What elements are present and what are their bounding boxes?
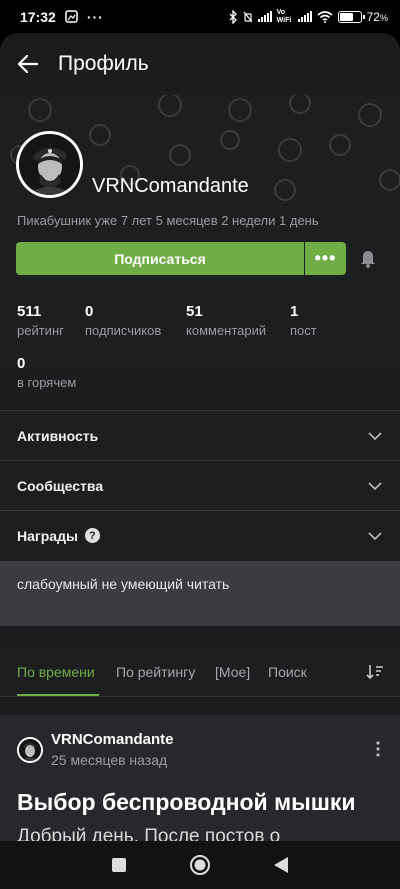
chevron-down-icon — [368, 431, 382, 440]
avatar[interactable] — [16, 131, 83, 198]
avatar-image — [19, 134, 80, 195]
silent-icon — [243, 11, 253, 22]
tab-by-time[interactable]: По времени — [17, 664, 95, 680]
post-author-avatar[interactable] — [17, 737, 43, 763]
gallery-notification-icon — [65, 10, 78, 23]
battery-percent: 72% — [366, 9, 388, 24]
profile-header: VRNComandante Пикабушник уже 7 лет 5 мес… — [0, 95, 400, 390]
section-awards[interactable]: Награды ? — [0, 510, 400, 560]
status-bar: 17:32 ··· Vo WiFi 72% — [0, 0, 400, 33]
system-nav-bar — [0, 841, 400, 889]
section-awards-label: Награды — [17, 527, 78, 544]
post-sort-tabs: По времени По рейтингу [Мое] Поиск — [0, 647, 400, 697]
home-icon[interactable] — [189, 854, 211, 876]
post-time: 25 месяцев назад — [51, 752, 168, 768]
bluetooth-icon — [229, 9, 237, 24]
stat-subscribers: 0 подписчиков — [85, 303, 162, 338]
more-options-button[interactable]: ••• — [305, 242, 346, 275]
status-time: 17:32 — [20, 8, 56, 25]
kebab-menu-icon[interactable] — [370, 740, 386, 758]
vowifi-label: Vo WiFi — [276, 8, 292, 24]
section-communities-label: Сообщества — [17, 477, 104, 494]
section-activity-label: Активность — [17, 427, 99, 444]
page-title: Профиль — [58, 52, 149, 75]
chevron-down-icon — [368, 531, 382, 540]
post-title[interactable]: Выбор беспроводной мышки — [17, 789, 356, 816]
app-bar: Профиль — [0, 33, 400, 95]
post-text: Добрый день. После постов о — [17, 826, 281, 841]
battery-icon — [337, 10, 365, 23]
username: VRNComandante — [92, 175, 249, 197]
stat-comments: 51 комментарий — [186, 303, 267, 338]
stat-rating: 511 рейтинг — [17, 303, 64, 338]
recents-icon[interactable] — [111, 857, 127, 873]
profile-about: слабоумный не умеющий читать — [0, 561, 400, 626]
more-notifications-icon: ··· — [86, 8, 104, 25]
stat-posts: 1 пост — [290, 303, 317, 338]
help-icon[interactable]: ? — [84, 528, 100, 543]
bell-icon[interactable] — [358, 249, 378, 269]
section-activity[interactable]: Активность — [0, 410, 400, 460]
chevron-down-icon — [368, 481, 382, 490]
signal-icon-2 — [297, 11, 312, 22]
stat-hot: 0в горячем — [17, 355, 77, 390]
sort-icon[interactable] — [366, 663, 384, 681]
active-tab-indicator — [17, 694, 99, 696]
tab-search[interactable]: Поиск — [268, 664, 307, 680]
back-triangle-icon[interactable] — [273, 856, 289, 874]
tab-mine[interactable]: [Мое] — [215, 664, 250, 680]
profile-screen: Профиль VRNComandante Пикабушник уже 7 л… — [0, 33, 400, 841]
wifi-icon — [317, 10, 333, 23]
tab-by-rating[interactable]: По рейтингу — [116, 664, 195, 680]
back-arrow-icon[interactable] — [17, 49, 58, 80]
subscribe-button[interactable]: Подписаться — [16, 242, 304, 275]
signal-icon — [257, 11, 272, 22]
post-author[interactable]: VRNComandante — [51, 731, 174, 748]
section-communities[interactable]: Сообщества — [0, 460, 400, 510]
member-since: Пикабушник уже 7 лет 5 месяцев 2 недели … — [17, 213, 319, 228]
post-card[interactable]: VRNComandante 25 месяцев назад Выбор бес… — [0, 715, 400, 841]
